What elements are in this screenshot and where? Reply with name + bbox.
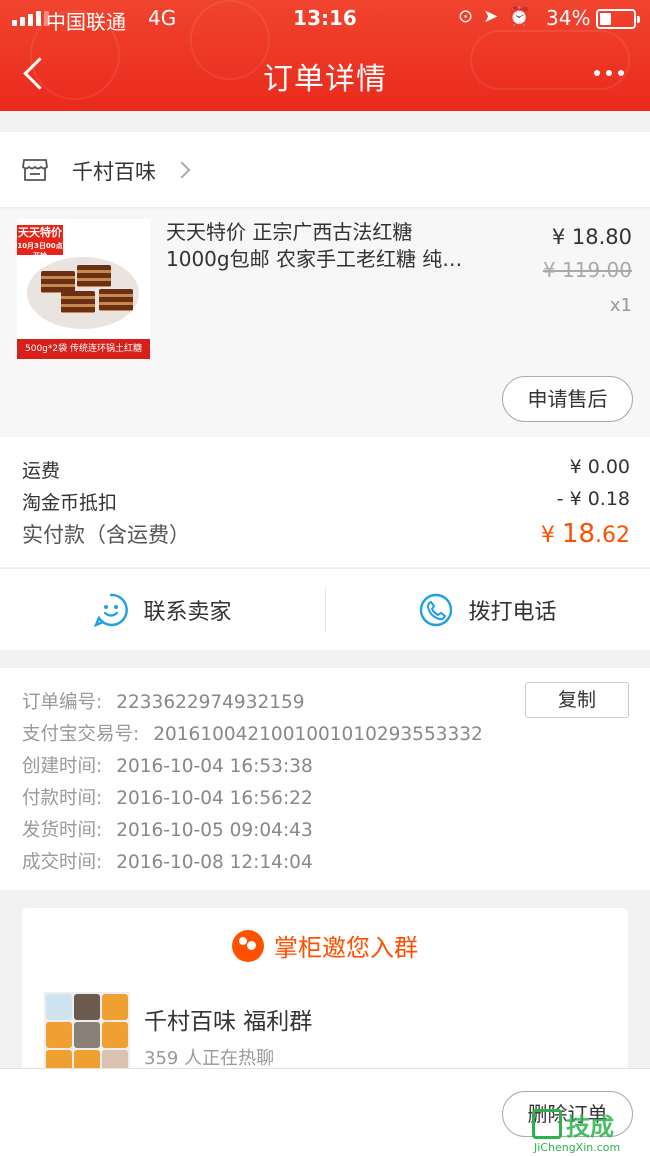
after-sale-button[interactable]: 申请售后 <box>502 376 633 422</box>
shipped-time-row: 发货时间: 2016-10-05 09:04:43 <box>22 820 313 841</box>
shop-row[interactable]: 千村百味 <box>0 132 650 208</box>
product-original-price: ¥ 119.00 <box>542 258 632 282</box>
paid-time-row: 付款时间: 2016-10-04 16:56:22 <box>22 788 313 809</box>
thumb-badge: 天天特价 10月3日00点开抢 <box>17 225 63 260</box>
more-options-icon[interactable] <box>594 70 624 76</box>
copy-order-number-button[interactable]: 复制 <box>525 682 629 718</box>
status-bar: 中国联通 4G 13:16 ⊙ ➤ ⏰ 34% <box>0 0 650 38</box>
group-icon <box>232 929 264 962</box>
battery-icon <box>596 9 640 29</box>
phone-icon <box>420 593 453 627</box>
group-name: 千村百味 福利群 <box>144 1009 313 1035</box>
total-paid-row: 实付款（含运费） ¥ 18.62 <box>22 519 630 549</box>
shipping-row: 运费 ¥ 0.00 <box>22 456 630 482</box>
chat-face-icon <box>94 593 129 628</box>
top-bar: 中国联通 4G 13:16 ⊙ ➤ ⏰ 34% 订单详情 <box>0 0 650 111</box>
product-thumbnail[interactable]: 天天特价 10月3日00点开抢 500g*2袋 传统连环锅土红糖 <box>17 219 150 359</box>
group-invite-heading: 掌柜邀您入群 <box>22 928 628 963</box>
contact-seller-button[interactable]: 联系卖家 <box>0 569 325 651</box>
battery-percent: 34% <box>546 6 591 30</box>
rotation-lock-icon: ⊙ <box>458 6 474 27</box>
watermark: 技成 JiChengXin.com <box>532 1105 648 1155</box>
call-phone-button[interactable]: 拨打电话 <box>325 569 650 651</box>
group-section: 掌柜邀您入群 千村百味 福利群 359 人正在热聊 <box>0 892 650 1078</box>
shop-name: 千村百味 <box>72 160 156 184</box>
watermark-logo-icon <box>532 1109 562 1139</box>
alipay-trade-row: 支付宝交易号: 2016100421001001010293553332 <box>22 724 483 745</box>
bottom-bar: 删除订单 技成 JiChengXin.com <box>0 1068 650 1156</box>
location-icon: ➤ <box>483 6 499 27</box>
store-icon <box>22 159 48 181</box>
thumb-banner: 500g*2袋 传统连环锅土红糖 <box>17 339 150 359</box>
product-item[interactable]: 天天特价 10月3日00点开抢 500g*2袋 传统连环锅土红糖 天天特价 正宗广… <box>0 209 650 437</box>
fee-summary: 运费 ¥ 0.00 淘金币抵扣 - ¥ 0.18 实付款（含运费） ¥ 18.6… <box>0 437 650 567</box>
closed-time-row: 成交时间: 2016-10-08 12:14:04 <box>22 852 313 873</box>
product-price: ¥ 18.80 <box>551 225 632 249</box>
product-quantity: x1 <box>609 295 632 316</box>
page-title: 订单详情 <box>263 62 387 97</box>
battery-fill <box>600 13 611 25</box>
order-info: 订单编号: 2233622974932159 复制 支付宝交易号: 20161004… <box>0 668 650 890</box>
order-number-row: 订单编号: 2233622974932159 <box>22 692 305 713</box>
alarm-icon: ⏰ <box>508 6 531 27</box>
group-avatar <box>44 992 130 1078</box>
created-time-row: 创建时间: 2016-10-04 16:53:38 <box>22 756 313 777</box>
nav-bar: 订单详情 <box>0 44 650 104</box>
contact-bar: 联系卖家 拨打电话 <box>0 568 650 650</box>
thumb-decor-text <box>91 223 147 257</box>
order-number: 2233622974932159 <box>116 692 305 713</box>
coin-deduction-row: 淘金币抵扣 - ¥ 0.18 <box>22 488 630 514</box>
group-invite-card[interactable]: 掌柜邀您入群 千村百味 福利群 359 人正在热聊 <box>22 908 628 1078</box>
product-title[interactable]: 天天特价 正宗广西古法红糖 1000g包邮 农家手工老红糖 纯… <box>166 219 506 273</box>
group-member-count: 359 人正在热聊 <box>144 1048 275 1069</box>
chevron-right-icon <box>173 161 191 179</box>
total-paid-amount: ¥ 18.62 <box>540 519 630 549</box>
